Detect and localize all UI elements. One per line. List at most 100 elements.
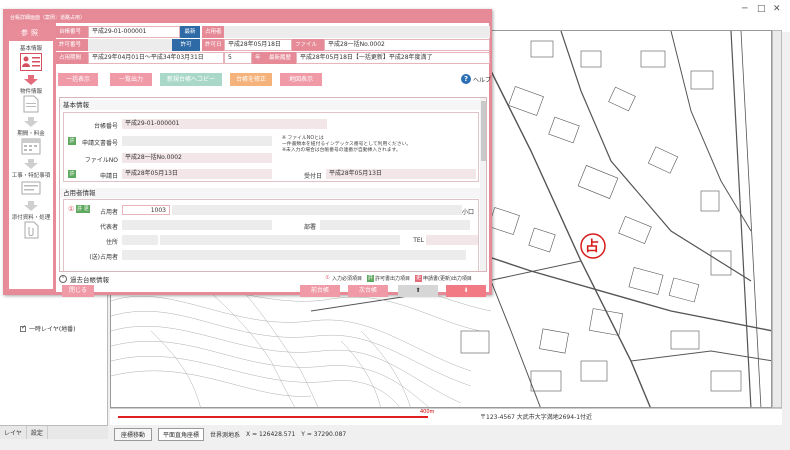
representative-value[interactable] xyxy=(122,220,272,230)
dialog-buttons: 閉じる 前台帳 次台帳 ⬆ ⬇ xyxy=(56,285,491,299)
map-display-button[interactable]: 地図表示 xyxy=(280,73,322,86)
help-link[interactable]: ? ヘルプ xyxy=(461,74,491,84)
ledger-form: 基本情報 台帳番号 平成29-01-000001 許 申請文書番号 ※ ファイル… xyxy=(59,97,487,272)
history-value: 平成28年05月18日【一括更新】平成28年度満了 xyxy=(296,52,490,64)
years-value: 5 xyxy=(224,52,252,64)
close-icon[interactable]: ✕ xyxy=(773,4,781,14)
legend-permit: 許許可書出力項目 xyxy=(367,275,411,282)
occupant-label: 占用者 xyxy=(99,209,118,216)
coordinate-move-button[interactable]: 座標移動 xyxy=(114,427,153,441)
basic-info-heading: 基本情報 xyxy=(60,100,480,110)
y-coordinate: Y = 37290.087 xyxy=(301,430,347,438)
down-arrow-icon xyxy=(24,75,38,85)
down-arrow-button[interactable]: ⬇ xyxy=(446,285,486,297)
scale-area: 400m 〒123-4567 大武市大字満地2694-1付近 xyxy=(110,408,782,425)
expand-icon[interactable]: ⌃ xyxy=(59,275,67,283)
occupant-name[interactable] xyxy=(172,205,462,215)
nav-body: 基本情報 物件情報 期間・料金 工事・特記事項 添付資料・処理 xyxy=(9,41,53,289)
form-scrollbar[interactable] xyxy=(480,98,486,271)
tab-settings[interactable]: 設定 xyxy=(27,426,48,439)
left-panel-tabs: レイヤ 設定 xyxy=(0,425,108,439)
nav-item-object[interactable]: 物件情報 xyxy=(9,87,53,95)
map-vertical-scrollbar[interactable] xyxy=(772,30,782,408)
form-scroll-thumb[interactable] xyxy=(481,101,486,161)
postal-code-value[interactable] xyxy=(122,235,158,245)
edit-ledger-button[interactable]: 台帳を修正 xyxy=(230,73,272,86)
department-value[interactable] xyxy=(320,220,470,230)
down-arrow-icon xyxy=(24,201,38,211)
basic-file-no-label: ファイルNO xyxy=(84,157,118,164)
help-icon[interactable]: ? xyxy=(461,74,471,84)
minimize-icon[interactable]: ─ xyxy=(742,4,747,14)
tab-layers[interactable]: レイヤ xyxy=(0,426,27,439)
department-label: 部署 xyxy=(303,224,316,231)
nav-item-construction[interactable]: 工事・特記事項 xyxy=(9,171,53,179)
ledger-no-label: 台帳番号 xyxy=(56,26,88,38)
nav-item-attachments[interactable]: 添付資料・処理 xyxy=(9,213,53,221)
tel-value[interactable] xyxy=(426,235,478,245)
legend-required: ① 入力必須項目 xyxy=(325,275,363,282)
scale-label: 400m xyxy=(420,409,435,415)
basic-info-icon[interactable] xyxy=(20,53,42,71)
occupant-info-section: ① 許 更 占用者 1003 小口 代表者 部署 住所 TEL (送)占用者 xyxy=(63,199,479,271)
app-date-label: 申請日 xyxy=(99,173,118,180)
document-icon[interactable] xyxy=(20,95,42,113)
address-text: 〒123-4567 大武市大字満地2694-1付近 xyxy=(480,414,593,421)
basic-ledger-no-value[interactable]: 平成29-01-000001 xyxy=(122,119,327,129)
up-arrow-button[interactable]: ⬆ xyxy=(398,285,438,297)
file-no-note: ※ ファイルNOとは 一件書類本を紐付るインデックス番号として利用ください。 ※… xyxy=(282,136,412,153)
occupant-header-value xyxy=(224,26,490,38)
status-bar: 座標移動 平面直角座標 世界測地系 X = 126428.571 Y = 372… xyxy=(110,427,790,441)
period-label: 占用期間 xyxy=(56,52,88,64)
construction-icon[interactable] xyxy=(20,179,42,197)
file-no-label: ファイルNO xyxy=(292,39,324,60)
address-value[interactable] xyxy=(160,235,400,245)
basic-info-section: 台帳番号 平成29-01-000001 許 申請文書番号 ※ ファイルNOとは … xyxy=(63,112,479,182)
period-value: 平成29年04月01日～平成34年03月31日 xyxy=(88,52,224,64)
years-unit: 年 xyxy=(252,52,266,64)
occupant-suffix: 小口 xyxy=(462,209,475,216)
geodetic-label: 世界測地系 xyxy=(210,431,241,439)
recv-date-label: 受付日 xyxy=(303,173,322,180)
calendar-icon[interactable] xyxy=(20,137,42,155)
attachment-icon[interactable] xyxy=(20,221,42,239)
crs-select[interactable]: 平面直角座標 xyxy=(158,427,205,441)
list-display-button[interactable]: 一括表示 xyxy=(58,73,98,86)
close-button[interactable]: 閉じる xyxy=(62,285,94,297)
ledger-header: 台帳番号 平成29-01-000001 最新 占用者 許可番号 許可 許可日 平… xyxy=(56,26,491,66)
basic-ledger-no-label: 台帳番号 xyxy=(93,123,118,130)
down-arrow-icon xyxy=(24,117,38,127)
layer-item[interactable]: 一時レイヤ(地番) xyxy=(20,324,76,333)
new-ledger-copy-button[interactable]: 新規台帳へコピー xyxy=(160,73,222,86)
recv-date-value[interactable]: 平成28年05月13日 xyxy=(326,169,476,179)
list-output-button[interactable]: 一覧出力 xyxy=(110,73,152,86)
maximize-icon[interactable]: □ xyxy=(757,4,766,14)
file-no-value: 平成28一括No.0002 xyxy=(324,39,490,51)
occupant-code[interactable]: 1003 xyxy=(122,205,170,215)
dialog-side-nav: 参照 基本情報 物件情報 期間・料金 工事・特記事項 添付資料・処理 xyxy=(6,23,56,292)
nav-item-basic[interactable]: 基本情報 xyxy=(9,44,53,52)
occupant-info-heading: 占用者情報 xyxy=(60,188,480,198)
agent-label: (送)占用者 xyxy=(89,254,118,261)
nav-item-period-fee[interactable]: 期間・料金 xyxy=(9,129,53,137)
permit-no-label: 許可番号 xyxy=(56,39,88,51)
app-doc-no-value[interactable] xyxy=(122,136,272,146)
representative-label: 代表者 xyxy=(99,224,118,231)
layer-checkbox[interactable] xyxy=(20,324,26,332)
tel-label: TEL xyxy=(413,237,424,244)
layer-label: 一時レイヤ(地番) xyxy=(29,326,76,333)
permit-date-value: 平成28年05月18日 xyxy=(224,39,292,51)
next-ledger-button[interactable]: 次台帳 xyxy=(348,285,388,297)
past-ledger-toggle[interactable]: ⌃ 過去台帳情報 xyxy=(59,274,109,284)
app-date-value[interactable]: 平成28年05月13日 xyxy=(122,169,272,179)
legend-update: 更申請書(更新)出力項目 xyxy=(415,275,472,282)
stamp-character: 占 xyxy=(585,239,599,255)
permit-no-value xyxy=(88,39,172,51)
occupant-header-label: 占用者 xyxy=(202,26,224,38)
prev-ledger-button[interactable]: 前台帳 xyxy=(300,285,340,297)
ledger-no-value: 平成29-01-000001 xyxy=(88,26,180,38)
agent-value[interactable] xyxy=(122,250,466,260)
permit-badge: 許可 xyxy=(172,39,200,51)
basic-file-no-value[interactable]: 平成28一括No.0002 xyxy=(122,153,272,163)
x-coordinate: X = 126428.571 xyxy=(246,430,296,438)
